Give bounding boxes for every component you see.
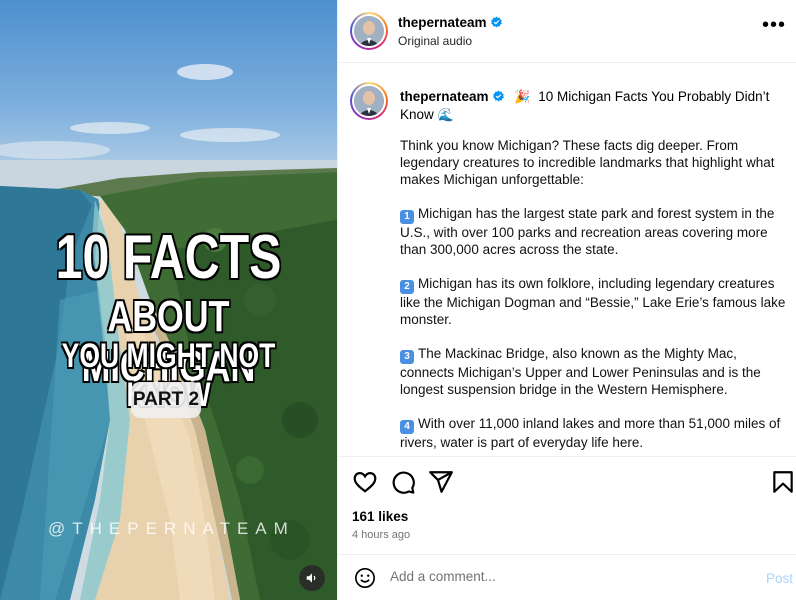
action-bar [338,456,796,506]
post-media[interactable]: 10 FACTS ABOUT MICHIGAN YOU MIGHT NOT KN… [0,0,337,600]
comment-button[interactable] [390,469,416,495]
header-username-row: thepernateam [398,14,503,32]
keycap-number-icon: 4 [400,420,414,434]
fact-text: Michigan has its own folklore, including… [400,276,786,327]
media-title-line1: 10 FACTS [55,223,282,292]
watermark: @THEPERNATEAM [48,519,295,538]
keycap-number-icon: 1 [400,210,414,224]
heart-icon [353,472,377,493]
wave-emoji: 🌊 [437,107,454,122]
bookmark-icon [773,471,793,493]
save-button[interactable] [770,469,796,495]
caption-username[interactable]: thepernateam [400,89,489,104]
share-icon [429,471,453,493]
emoji-picker-button[interactable] [354,567,376,589]
fact-item-1: 1 Michigan has the largest state park and… [400,205,788,258]
keycap-number-icon: 3 [400,350,414,364]
verified-badge-icon [490,16,502,28]
audio-toggle-button[interactable] [299,565,325,591]
post-detail-panel: thepernateam Original audio ••• theperna… [337,0,796,600]
caption-body: Think you know Michigan? These facts dig… [400,137,788,456]
share-button[interactable] [428,469,454,495]
speaker-icon [306,573,316,583]
smiley-icon [355,568,375,588]
caption-intro: Think you know Michigan? These facts dig… [400,138,775,187]
part-badge: PART 2 [131,382,201,418]
post-timestamp[interactable]: 4 hours ago [352,529,410,541]
comment-input[interactable] [390,569,730,584]
fact-text: Michigan has the largest state park and … [400,206,775,257]
fact-text: With over 11,000 inland lakes and more t… [400,416,781,450]
like-count[interactable]: 161 likes [352,509,408,524]
caption-avatar[interactable] [350,82,388,120]
profile-photo [354,16,384,46]
header-username[interactable]: thepernateam [398,15,487,30]
verified-badge-icon [492,90,504,102]
party-popper-emoji: 🎉 [514,89,531,104]
comment-icon [392,471,415,494]
caption-scroll-area[interactable]: thepernateam 🎉 10 Michigan Facts You Pro… [338,64,796,456]
fact-text: The Mackinac Bridge, also known as the M… [400,346,761,397]
more-options-button[interactable]: ••• [762,15,786,35]
caption-heading: thepernateam 🎉 10 Michigan Facts You Pro… [400,88,785,124]
keycap-number-icon: 2 [400,280,414,294]
avatar[interactable] [350,12,388,50]
audio-link[interactable]: Original audio [398,34,472,48]
like-button[interactable] [352,469,378,495]
post-header: thepernateam Original audio ••• [338,0,796,63]
fact-item-3: 3 The Mackinac Bridge, also known as the … [400,345,788,398]
post-comment-button[interactable]: Post [766,571,793,586]
caption-profile-photo [354,86,384,116]
fact-item-2: 2 Michigan has its own folklore, includin… [400,275,788,328]
more-options-icon: ••• [761,14,786,36]
comment-bar: Post [338,554,796,600]
fact-item-4: 4 With over 11,000 inland lakes and more … [400,415,788,451]
